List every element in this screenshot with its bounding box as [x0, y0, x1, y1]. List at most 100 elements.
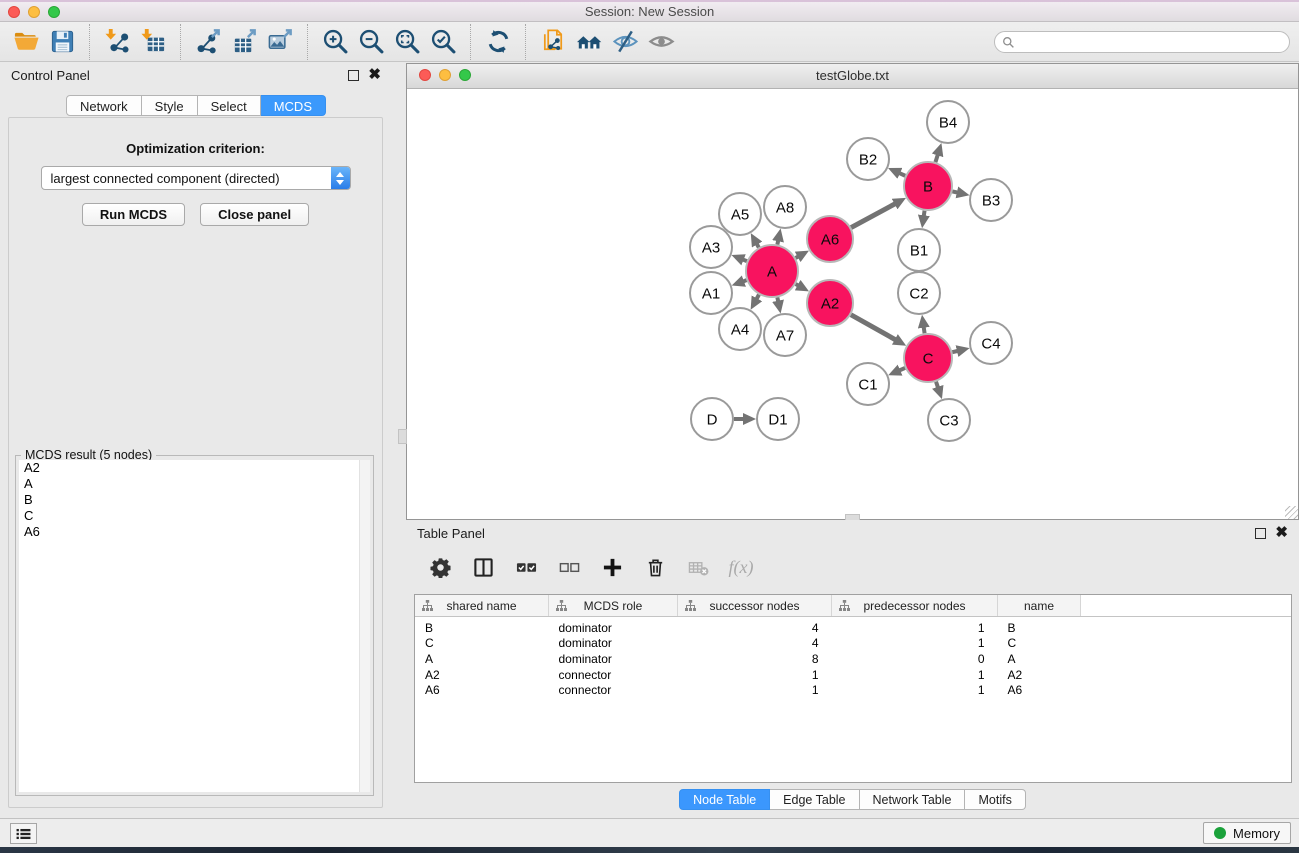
memory-button[interactable]: Memory [1203, 822, 1291, 844]
add-column-button[interactable] [600, 555, 624, 579]
table-cell[interactable]: dominator [549, 617, 678, 636]
tab-edge-table[interactable]: Edge Table [770, 789, 859, 810]
node-A6[interactable]: A6 [807, 216, 853, 262]
table-cell[interactable]: connector [549, 682, 678, 698]
tab-mcds[interactable]: MCDS [261, 95, 326, 116]
table-cell[interactable]: 8 [678, 651, 832, 667]
tab-motifs[interactable]: Motifs [965, 789, 1025, 810]
zoom-fit-button[interactable] [389, 25, 425, 59]
table-cell[interactable]: 1 [678, 682, 832, 698]
table-cell[interactable]: 1 [832, 636, 998, 652]
table-cell[interactable]: 4 [678, 636, 832, 652]
column-header-successor-nodes[interactable]: successor nodes [678, 595, 832, 617]
node-A5[interactable]: A5 [719, 193, 761, 235]
table-cell[interactable]: A [415, 651, 549, 667]
table-row[interactable]: Bdominator41B [415, 617, 1291, 636]
delete-column-button[interactable] [643, 555, 667, 579]
column-header-name[interactable]: name [998, 595, 1081, 617]
close-table-panel-icon[interactable]: ✖ [1275, 528, 1288, 538]
result-scrollbar[interactable] [359, 460, 370, 792]
node-C3[interactable]: C3 [928, 399, 970, 441]
table-cell[interactable]: 1 [832, 682, 998, 698]
float-table-panel-icon[interactable] [1255, 528, 1266, 539]
close-panel-button[interactable]: Close panel [200, 203, 309, 226]
network-canvas[interactable]: AA6A2BCA1A3A4A5A7A8B1B2B3B4C1C2C3C4DD1 [407, 89, 1298, 519]
node-B1[interactable]: B1 [898, 229, 940, 271]
table-cell[interactable]: 4 [678, 617, 832, 636]
node-B4[interactable]: B4 [927, 101, 969, 143]
network-window-titlebar[interactable]: testGlobe.txt [407, 64, 1298, 89]
table-cell[interactable]: C [998, 636, 1081, 652]
result-list-item[interactable]: A6 [19, 524, 370, 540]
task-history-button[interactable] [10, 823, 37, 844]
result-list-item[interactable]: A [19, 476, 370, 492]
show-details-button[interactable] [643, 25, 679, 59]
node-A[interactable]: A [746, 245, 798, 297]
node-A3[interactable]: A3 [690, 226, 732, 268]
tab-select[interactable]: Select [198, 95, 261, 116]
table-row[interactable]: Adominator80A [415, 651, 1291, 667]
node-C1[interactable]: C1 [847, 363, 889, 405]
zoom-in-button[interactable] [317, 25, 353, 59]
refresh-button[interactable] [480, 25, 516, 59]
run-mcds-button[interactable]: Run MCDS [82, 203, 185, 226]
optimization-criterion-dropdown[interactable]: largest connected component (directed) [41, 166, 351, 190]
result-list-item[interactable]: B [19, 492, 370, 508]
table-cell[interactable]: 1 [832, 667, 998, 683]
export-image-button[interactable] [262, 25, 298, 59]
deselect-all-columns-button[interactable] [557, 555, 581, 579]
tab-network-table[interactable]: Network Table [860, 789, 966, 810]
table-cell[interactable]: 1 [678, 667, 832, 683]
node-A8[interactable]: A8 [764, 186, 806, 228]
open-file-button[interactable] [8, 25, 44, 59]
tab-node-table[interactable]: Node Table [679, 789, 770, 810]
float-panel-icon[interactable] [348, 70, 359, 81]
zoom-out-button[interactable] [353, 25, 389, 59]
node-D[interactable]: D [691, 398, 733, 440]
node-A7[interactable]: A7 [764, 314, 806, 356]
result-list-item[interactable]: A2 [19, 460, 370, 476]
table-cell[interactable]: A6 [415, 682, 549, 698]
node-A1[interactable]: A1 [690, 272, 732, 314]
result-list-item[interactable]: C [19, 508, 370, 524]
table-row[interactable]: A2connector11A2 [415, 667, 1291, 683]
table-cell[interactable]: 0 [832, 651, 998, 667]
close-panel-icon[interactable]: ✖ [368, 70, 381, 80]
zoom-selected-button[interactable] [425, 25, 461, 59]
show-columns-button[interactable] [471, 555, 495, 579]
select-all-columns-button[interactable] [514, 555, 538, 579]
node-A2[interactable]: A2 [807, 280, 853, 326]
column-header-shared-name[interactable]: shared name [415, 595, 549, 617]
table-cell[interactable]: A2 [998, 667, 1081, 683]
network-from-file-button[interactable] [535, 25, 571, 59]
table-cell[interactable]: dominator [549, 636, 678, 652]
save-session-button[interactable] [44, 25, 80, 59]
import-table-button[interactable] [135, 25, 171, 59]
table-cell[interactable]: C [415, 636, 549, 652]
table-cell[interactable]: A6 [998, 682, 1081, 698]
node-B2[interactable]: B2 [847, 138, 889, 180]
node-B3[interactable]: B3 [970, 179, 1012, 221]
search-input[interactable] [1019, 34, 1289, 50]
node-C2[interactable]: C2 [898, 272, 940, 314]
table-cell[interactable]: A2 [415, 667, 549, 683]
tab-network[interactable]: Network [66, 95, 142, 116]
export-network-button[interactable] [190, 25, 226, 59]
table-cell[interactable]: B [415, 617, 549, 636]
node-A4[interactable]: A4 [719, 308, 761, 350]
hide-details-button[interactable] [607, 25, 643, 59]
node-C4[interactable]: C4 [970, 322, 1012, 364]
table-cell[interactable]: dominator [549, 651, 678, 667]
table-cell[interactable]: connector [549, 667, 678, 683]
export-table-button[interactable] [226, 25, 262, 59]
column-header-MCDS-role[interactable]: MCDS role [549, 595, 678, 617]
table-row[interactable]: Cdominator41C [415, 636, 1291, 652]
table-cell[interactable]: B [998, 617, 1081, 636]
table-cell[interactable]: A [998, 651, 1081, 667]
tab-style[interactable]: Style [142, 95, 198, 116]
table-row[interactable]: A6connector11A6 [415, 682, 1291, 698]
import-network-button[interactable] [99, 25, 135, 59]
node-C[interactable]: C [904, 334, 952, 382]
table-settings-button[interactable] [428, 555, 452, 579]
vertical-splitter-grip[interactable] [398, 429, 407, 444]
